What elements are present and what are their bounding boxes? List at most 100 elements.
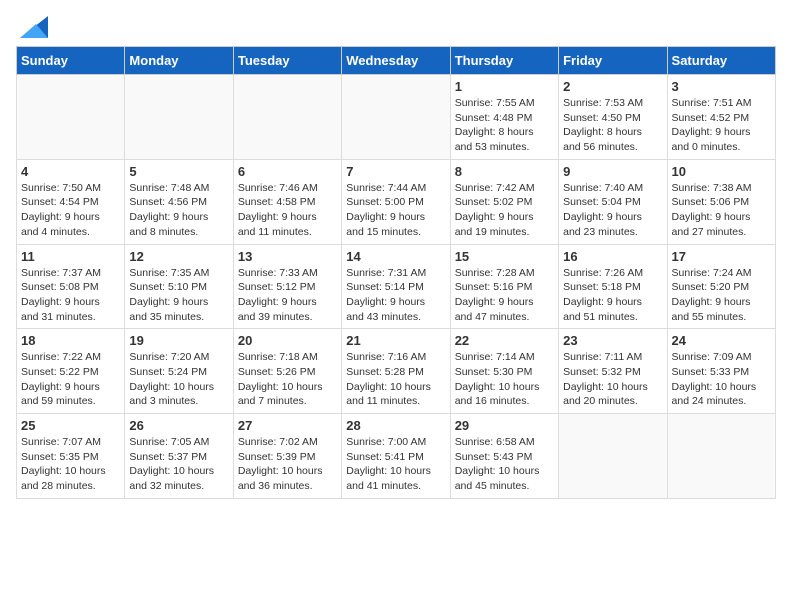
calendar-cell: 20 Sunrise: 7:18 AM Sunset: 5:26 PM Dayli… (233, 329, 341, 414)
calendar-cell: 26 Sunrise: 7:05 AM Sunset: 5:37 PM Dayli… (125, 414, 233, 499)
day-number: 10 (672, 164, 771, 179)
day-info: Sunrise: 7:51 AM Sunset: 4:52 PM Dayligh… (672, 96, 771, 155)
calendar-cell: 27 Sunrise: 7:02 AM Sunset: 5:39 PM Dayli… (233, 414, 341, 499)
calendar-cell: 1Sunrise: 7:55 AM Sunset: 4:48 PM Daylig… (450, 75, 558, 160)
day-info: Sunrise: 7:24 AM Sunset: 5:20 PM Dayligh… (672, 266, 771, 325)
calendar-cell (342, 75, 450, 160)
calendar-cell: 11 Sunrise: 7:37 AM Sunset: 5:08 PM Dayli… (17, 244, 125, 329)
day-number: 7 (346, 164, 445, 179)
calendar-cell: 24 Sunrise: 7:09 AM Sunset: 5:33 PM Dayli… (667, 329, 775, 414)
day-number: 13 (238, 249, 337, 264)
week-row-4: 18Sunrise: 7:22 AM Sunset: 5:22 PM Dayli… (17, 329, 776, 414)
day-info: Sunrise: 7:40 AM Sunset: 5:04 PM Dayligh… (563, 181, 662, 240)
day-number: 18 (21, 333, 120, 348)
calendar-cell: 8Sunrise: 7:42 AM Sunset: 5:02 PM Daylig… (450, 159, 558, 244)
day-number: 21 (346, 333, 445, 348)
day-number: 4 (21, 164, 120, 179)
header-thursday: Thursday (450, 47, 558, 75)
day-info: Sunrise: 7:14 AM Sunset: 5:30 PM Dayligh… (455, 350, 554, 409)
calendar-cell: 22 Sunrise: 7:14 AM Sunset: 5:30 PM Dayli… (450, 329, 558, 414)
header-saturday: Saturday (667, 47, 775, 75)
calendar-cell (125, 75, 233, 160)
calendar-cell: 7 Sunrise: 7:44 AM Sunset: 5:00 PM Daylig… (342, 159, 450, 244)
day-info: Sunrise: 7:55 AM Sunset: 4:48 PM Dayligh… (455, 96, 554, 155)
day-info: Sunrise: 7:44 AM Sunset: 5:00 PM Dayligh… (346, 181, 445, 240)
day-info: Sunrise: 7:53 AM Sunset: 4:50 PM Dayligh… (563, 96, 662, 155)
day-info: Sunrise: 7:37 AM Sunset: 5:08 PM Dayligh… (21, 266, 120, 325)
calendar-cell: 19 Sunrise: 7:20 AM Sunset: 5:24 PM Dayli… (125, 329, 233, 414)
calendar-cell: 5 Sunrise: 7:48 AM Sunset: 4:56 PM Daylig… (125, 159, 233, 244)
calendar-cell (17, 75, 125, 160)
logo-icon (20, 16, 48, 38)
day-info: Sunrise: 7:18 AM Sunset: 5:26 PM Dayligh… (238, 350, 337, 409)
calendar-cell: 14 Sunrise: 7:31 AM Sunset: 5:14 PM Dayli… (342, 244, 450, 329)
calendar-cell: 29 Sunrise: 6:58 AM Sunset: 5:43 PM Dayli… (450, 414, 558, 499)
day-number: 20 (238, 333, 337, 348)
day-info: Sunrise: 7:38 AM Sunset: 5:06 PM Dayligh… (672, 181, 771, 240)
day-info: Sunrise: 7:05 AM Sunset: 5:37 PM Dayligh… (129, 435, 228, 494)
day-info: Sunrise: 7:00 AM Sunset: 5:41 PM Dayligh… (346, 435, 445, 494)
calendar-cell: 9Sunrise: 7:40 AM Sunset: 5:04 PM Daylig… (559, 159, 667, 244)
calendar-cell: 4 Sunrise: 7:50 AM Sunset: 4:54 PM Daylig… (17, 159, 125, 244)
week-row-1: 1Sunrise: 7:55 AM Sunset: 4:48 PM Daylig… (17, 75, 776, 160)
day-number: 26 (129, 418, 228, 433)
day-number: 5 (129, 164, 228, 179)
day-number: 25 (21, 418, 120, 433)
calendar-cell: 23 Sunrise: 7:11 AM Sunset: 5:32 PM Dayli… (559, 329, 667, 414)
header-friday: Friday (559, 47, 667, 75)
calendar-cell: 13 Sunrise: 7:33 AM Sunset: 5:12 PM Dayli… (233, 244, 341, 329)
header-sunday: Sunday (17, 47, 125, 75)
day-number: 29 (455, 418, 554, 433)
calendar-cell: 18Sunrise: 7:22 AM Sunset: 5:22 PM Dayli… (17, 329, 125, 414)
calendar-cell (233, 75, 341, 160)
day-number: 23 (563, 333, 662, 348)
day-info: Sunrise: 7:16 AM Sunset: 5:28 PM Dayligh… (346, 350, 445, 409)
calendar-table: SundayMondayTuesdayWednesdayThursdayFrid… (16, 46, 776, 499)
header-tuesday: Tuesday (233, 47, 341, 75)
calendar-cell: 16 Sunrise: 7:26 AM Sunset: 5:18 PM Dayli… (559, 244, 667, 329)
day-info: Sunrise: 7:48 AM Sunset: 4:56 PM Dayligh… (129, 181, 228, 240)
calendar-cell: 28 Sunrise: 7:00 AM Sunset: 5:41 PM Dayli… (342, 414, 450, 499)
day-number: 12 (129, 249, 228, 264)
day-number: 27 (238, 418, 337, 433)
day-info: Sunrise: 7:07 AM Sunset: 5:35 PM Dayligh… (21, 435, 120, 494)
day-info: Sunrise: 7:20 AM Sunset: 5:24 PM Dayligh… (129, 350, 228, 409)
calendar-cell: 10 Sunrise: 7:38 AM Sunset: 5:06 PM Dayli… (667, 159, 775, 244)
calendar-cell: 17Sunrise: 7:24 AM Sunset: 5:20 PM Dayli… (667, 244, 775, 329)
header-monday: Monday (125, 47, 233, 75)
day-info: Sunrise: 7:42 AM Sunset: 5:02 PM Dayligh… (455, 181, 554, 240)
day-number: 11 (21, 249, 120, 264)
calendar-header-row: SundayMondayTuesdayWednesdayThursdayFrid… (17, 47, 776, 75)
day-info: Sunrise: 7:50 AM Sunset: 4:54 PM Dayligh… (21, 181, 120, 240)
day-info: Sunrise: 7:02 AM Sunset: 5:39 PM Dayligh… (238, 435, 337, 494)
calendar-cell: 15 Sunrise: 7:28 AM Sunset: 5:16 PM Dayli… (450, 244, 558, 329)
day-number: 15 (455, 249, 554, 264)
calendar-cell: 2Sunrise: 7:53 AM Sunset: 4:50 PM Daylig… (559, 75, 667, 160)
day-info: Sunrise: 7:11 AM Sunset: 5:32 PM Dayligh… (563, 350, 662, 409)
calendar-cell (667, 414, 775, 499)
day-number: 22 (455, 333, 554, 348)
day-info: Sunrise: 7:33 AM Sunset: 5:12 PM Dayligh… (238, 266, 337, 325)
day-info: Sunrise: 6:58 AM Sunset: 5:43 PM Dayligh… (455, 435, 554, 494)
calendar-cell: 21 Sunrise: 7:16 AM Sunset: 5:28 PM Dayli… (342, 329, 450, 414)
day-number: 19 (129, 333, 228, 348)
day-info: Sunrise: 7:09 AM Sunset: 5:33 PM Dayligh… (672, 350, 771, 409)
day-number: 28 (346, 418, 445, 433)
calendar-cell: 3 Sunrise: 7:51 AM Sunset: 4:52 PM Daylig… (667, 75, 775, 160)
calendar-cell (559, 414, 667, 499)
day-number: 3 (672, 79, 771, 94)
day-number: 14 (346, 249, 445, 264)
day-info: Sunrise: 7:46 AM Sunset: 4:58 PM Dayligh… (238, 181, 337, 240)
calendar-cell: 12Sunrise: 7:35 AM Sunset: 5:10 PM Dayli… (125, 244, 233, 329)
week-row-3: 11 Sunrise: 7:37 AM Sunset: 5:08 PM Dayli… (17, 244, 776, 329)
day-info: Sunrise: 7:31 AM Sunset: 5:14 PM Dayligh… (346, 266, 445, 325)
day-number: 16 (563, 249, 662, 264)
week-row-5: 25 Sunrise: 7:07 AM Sunset: 5:35 PM Dayli… (17, 414, 776, 499)
logo (16, 16, 48, 38)
calendar-cell: 6Sunrise: 7:46 AM Sunset: 4:58 PM Daylig… (233, 159, 341, 244)
day-number: 24 (672, 333, 771, 348)
header-wednesday: Wednesday (342, 47, 450, 75)
day-info: Sunrise: 7:28 AM Sunset: 5:16 PM Dayligh… (455, 266, 554, 325)
calendar-cell: 25 Sunrise: 7:07 AM Sunset: 5:35 PM Dayli… (17, 414, 125, 499)
day-info: Sunrise: 7:26 AM Sunset: 5:18 PM Dayligh… (563, 266, 662, 325)
